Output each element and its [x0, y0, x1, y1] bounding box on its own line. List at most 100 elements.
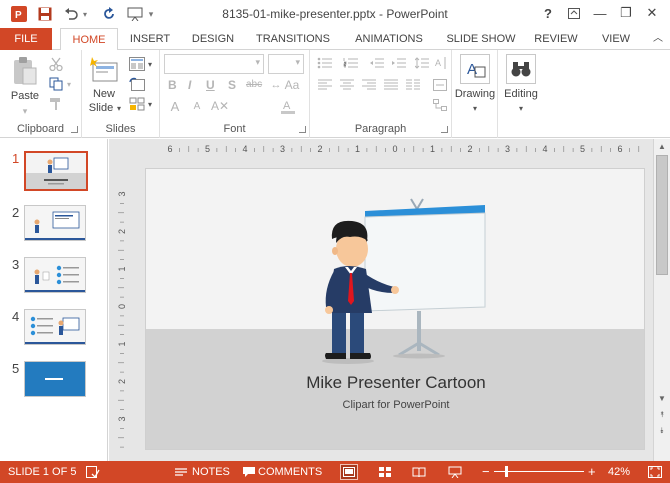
- close-button[interactable]: ✕: [640, 3, 664, 23]
- paste-label[interactable]: Paste: [6, 90, 44, 102]
- italic-button[interactable]: I: [188, 78, 191, 92]
- justify-icon[interactable]: [382, 78, 400, 92]
- tab-design[interactable]: DESIGN: [186, 28, 240, 50]
- convert-to-smartart-icon[interactable]: [432, 98, 448, 112]
- undo-dropdown-icon[interactable]: ▾: [80, 4, 90, 24]
- notes-icon[interactable]: [172, 464, 190, 480]
- paste-dropdown-icon[interactable]: ▾: [18, 106, 32, 116]
- previous-slide-icon[interactable]: ⯭: [656, 409, 668, 421]
- zoom-out-button[interactable]: −: [482, 461, 490, 483]
- bullets-icon[interactable]: [316, 56, 334, 70]
- thumbnail-slide-4[interactable]: [24, 309, 86, 345]
- align-text-icon[interactable]: [432, 78, 448, 92]
- slide-canvas[interactable]: Mike Presenter Cartoon Clipart for Power…: [145, 168, 645, 450]
- strikethrough-button[interactable]: abc: [246, 79, 262, 90]
- find-binoculars-icon[interactable]: [506, 54, 536, 84]
- drawing-dropdown-icon[interactable]: ▾: [470, 102, 480, 114]
- thumbnail-slide-3[interactable]: [24, 257, 86, 293]
- minimize-button[interactable]: —: [588, 3, 612, 23]
- columns-icon[interactable]: [404, 78, 422, 92]
- layout-dropdown-icon[interactable]: ▾: [146, 58, 154, 70]
- save-icon[interactable]: [36, 4, 54, 24]
- change-case-icon[interactable]: Aa: [284, 78, 300, 92]
- align-right-icon[interactable]: [360, 78, 378, 92]
- increase-indent-icon[interactable]: [390, 56, 408, 70]
- decrease-font-icon[interactable]: A: [188, 98, 206, 114]
- font-color-icon[interactable]: A: [278, 98, 298, 114]
- vertical-scrollbar[interactable]: ▲ ▼ ⯭ ⯯: [653, 139, 670, 461]
- zoom-slider-handle[interactable]: [505, 466, 508, 477]
- slide-subtitle[interactable]: Clipart for PowerPoint: [296, 399, 496, 411]
- decrease-indent-icon[interactable]: [368, 56, 386, 70]
- collapse-ribbon-icon[interactable]: ︿: [650, 28, 666, 50]
- zoom-level[interactable]: 42%: [608, 461, 630, 483]
- restore-button[interactable]: ❐: [614, 3, 638, 23]
- slide-sorter-icon[interactable]: [376, 464, 394, 480]
- powerpoint-logo-icon[interactable]: P: [10, 4, 28, 24]
- font-size-combo[interactable]: [268, 54, 304, 74]
- slide-counter[interactable]: SLIDE 1 OF 5: [8, 461, 76, 483]
- bold-button[interactable]: B: [168, 78, 177, 92]
- font-launcher-icon[interactable]: [299, 126, 306, 133]
- editing-label[interactable]: Editing: [498, 88, 544, 100]
- copy-icon[interactable]: [48, 76, 64, 92]
- comments-button[interactable]: COMMENTS: [258, 461, 322, 483]
- new-slide-label-line2[interactable]: Slide: [86, 102, 116, 114]
- tab-animations[interactable]: ANIMATIONS: [346, 28, 432, 50]
- section-icon[interactable]: [128, 96, 146, 112]
- scroll-thumb[interactable]: [656, 155, 668, 275]
- copy-dropdown-icon[interactable]: ▾: [64, 77, 74, 91]
- shadow-button[interactable]: S: [228, 78, 236, 92]
- scroll-up-icon[interactable]: ▲: [656, 141, 668, 153]
- tab-home[interactable]: HOME: [60, 28, 118, 51]
- align-left-icon[interactable]: [316, 78, 334, 92]
- font-name-combo[interactable]: [164, 54, 264, 74]
- start-from-beginning-icon[interactable]: [126, 4, 144, 24]
- reset-icon[interactable]: [128, 76, 146, 92]
- text-direction-icon[interactable]: A: [432, 56, 448, 70]
- tab-slide-show[interactable]: SLIDE SHOW: [442, 28, 520, 50]
- paste-icon[interactable]: [10, 56, 40, 86]
- numbering-icon[interactable]: [342, 56, 360, 70]
- normal-view-icon[interactable]: [340, 464, 358, 480]
- spelling-check-icon[interactable]: [84, 464, 102, 480]
- character-spacing-icon[interactable]: ↔: [268, 78, 284, 92]
- tab-file[interactable]: FILE: [0, 28, 52, 50]
- comments-icon[interactable]: [240, 464, 258, 480]
- cut-icon[interactable]: [48, 56, 64, 72]
- format-painter-icon[interactable]: [48, 96, 64, 112]
- notes-button[interactable]: NOTES: [192, 461, 230, 483]
- zoom-in-button[interactable]: +: [588, 461, 596, 483]
- layout-icon[interactable]: [128, 56, 146, 72]
- customize-toolbar-icon[interactable]: ▾: [146, 4, 156, 24]
- tab-insert[interactable]: INSERT: [124, 28, 176, 50]
- tab-view[interactable]: VIEW: [594, 28, 638, 50]
- fit-slide-icon[interactable]: [646, 464, 664, 480]
- underline-button[interactable]: U: [206, 78, 215, 92]
- tab-transitions[interactable]: TRANSITIONS: [250, 28, 336, 50]
- new-slide-icon[interactable]: [88, 56, 120, 84]
- scroll-down-icon[interactable]: ▼: [656, 393, 668, 405]
- drawing-icon[interactable]: A: [460, 54, 490, 84]
- next-slide-icon[interactable]: ⯯: [656, 425, 668, 437]
- slide-show-icon[interactable]: [446, 464, 464, 480]
- increase-font-icon[interactable]: A: [166, 98, 184, 114]
- help-button[interactable]: ?: [536, 3, 560, 23]
- new-slide-dropdown-icon[interactable]: ▾: [115, 102, 123, 115]
- thumbnail-slide-5[interactable]: [24, 361, 86, 397]
- align-center-icon[interactable]: [338, 78, 356, 92]
- slide-editor[interactable]: 6543210123456 3210123 Mike Presenter Car…: [109, 139, 653, 461]
- reading-view-icon[interactable]: [410, 464, 428, 480]
- new-slide-label-line1[interactable]: New: [88, 88, 120, 100]
- drawing-label[interactable]: Drawing: [452, 88, 498, 100]
- slide-title[interactable]: Mike Presenter Cartoon: [276, 373, 516, 393]
- ribbon-display-options-icon[interactable]: [562, 3, 586, 23]
- clear-formatting-icon[interactable]: A✕: [210, 98, 230, 114]
- repeat-icon[interactable]: [100, 4, 118, 24]
- thumbnail-slide-1[interactable]: [24, 151, 88, 191]
- editing-dropdown-icon[interactable]: ▾: [516, 102, 526, 114]
- undo-icon[interactable]: [62, 4, 80, 24]
- section-dropdown-icon[interactable]: ▾: [146, 98, 154, 110]
- paragraph-launcher-icon[interactable]: [441, 126, 448, 133]
- tab-review[interactable]: REVIEW: [530, 28, 582, 50]
